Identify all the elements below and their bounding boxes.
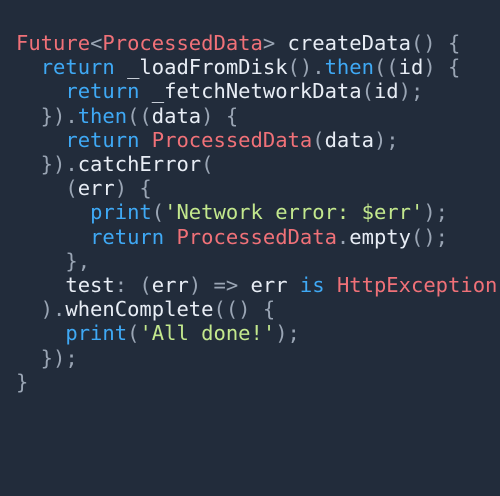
code-line: ).whenComplete(() {: [16, 296, 276, 322]
code-token: );: [423, 200, 448, 225]
code-token: }: [16, 369, 29, 394]
code-token: ).: [16, 297, 66, 322]
code-token: >: [262, 31, 288, 55]
code-token: return: [65, 127, 152, 152]
code-token: then: [324, 55, 374, 80]
code-token: err: [151, 273, 189, 297]
code-token: (: [151, 200, 165, 225]
code-token: Future: [16, 31, 91, 55]
code-line: test: (err) => err is HttpException,: [16, 272, 500, 298]
code-token: whenComplete: [65, 297, 214, 322]
code-line: }).catchError(: [16, 151, 214, 177]
code-line: }: [16, 369, 28, 395]
code-token: ) {: [201, 103, 239, 128]
code-token: err: [250, 273, 300, 297]
code-token: ((: [373, 55, 399, 80]
code-token: empty: [349, 224, 411, 249]
code-token: }).: [16, 103, 78, 128]
code-token: then: [77, 103, 128, 128]
code-token: (: [361, 79, 374, 104]
code-token: : (: [114, 273, 152, 297]
code-token: err: [77, 176, 115, 201]
code-editor: Future<ProcessedData> createData() { ret…: [0, 0, 500, 496]
code-token: data: [324, 127, 374, 152]
code-token: createData: [287, 31, 411, 55]
code-token: ) =>: [188, 273, 251, 297]
code-token: ((: [127, 103, 152, 128]
code-token: }).: [16, 152, 78, 176]
code-token: data: [151, 103, 202, 128]
code-token: id: [398, 55, 424, 80]
code-token: id: [373, 79, 399, 104]
code-line: return _fetchNetworkData(id);: [16, 78, 423, 104]
code-line: return ProcessedData(data);: [16, 127, 399, 153]
code-token: (: [16, 176, 78, 201]
code-token: (: [127, 321, 140, 346]
code-token: ) {: [423, 55, 461, 80]
code-token: ProcessedData: [151, 127, 313, 152]
code-line: print('All done!');: [16, 320, 300, 346]
code-line: return _loadFromDisk().then((id) {: [16, 54, 461, 80]
code-token: (: [201, 152, 214, 176]
code-line: }).then((data) {: [16, 103, 239, 129]
code-token: () {: [410, 31, 461, 55]
code-token: return: [65, 79, 152, 104]
code-token: (: [312, 127, 325, 152]
code-token: 'Network error: $err': [164, 200, 424, 225]
code-line: print('Network error: $err');: [16, 199, 448, 225]
code-token: print: [65, 321, 128, 346]
code-line: Future<ProcessedData> createData() {: [16, 30, 460, 56]
code-token: ().: [287, 55, 325, 80]
code-token: );: [373, 127, 399, 152]
code-token: return: [90, 224, 177, 249]
code-token: 'All done!': [139, 321, 276, 346]
code-token: _fetchNetworkData: [151, 79, 362, 104]
code-token: );: [398, 79, 424, 104]
code-token: is: [299, 273, 337, 297]
code-token: );: [275, 321, 300, 346]
code-token: catchError: [77, 152, 202, 176]
code-line: });: [16, 345, 78, 371]
code-token: (() {: [213, 297, 276, 322]
code-token: return: [40, 55, 128, 80]
code-token: <: [90, 31, 103, 55]
code-token: },: [16, 248, 91, 273]
code-token: _loadFromDisk: [127, 55, 288, 80]
code-line: },: [16, 248, 90, 274]
code-token: ProcessedData: [176, 224, 337, 249]
code-token: ) {: [114, 176, 152, 201]
code-line: (err) {: [16, 175, 152, 201]
code-token: .: [336, 224, 350, 249]
code-token: print: [90, 200, 152, 225]
code-token: ();: [410, 224, 449, 249]
code-token: ProcessedData: [102, 31, 263, 55]
code-token: HttpException: [336, 273, 498, 297]
code-line: return ProcessedData.empty();: [16, 224, 448, 250]
code-token: });: [16, 345, 78, 370]
code-token: test: [65, 273, 115, 297]
